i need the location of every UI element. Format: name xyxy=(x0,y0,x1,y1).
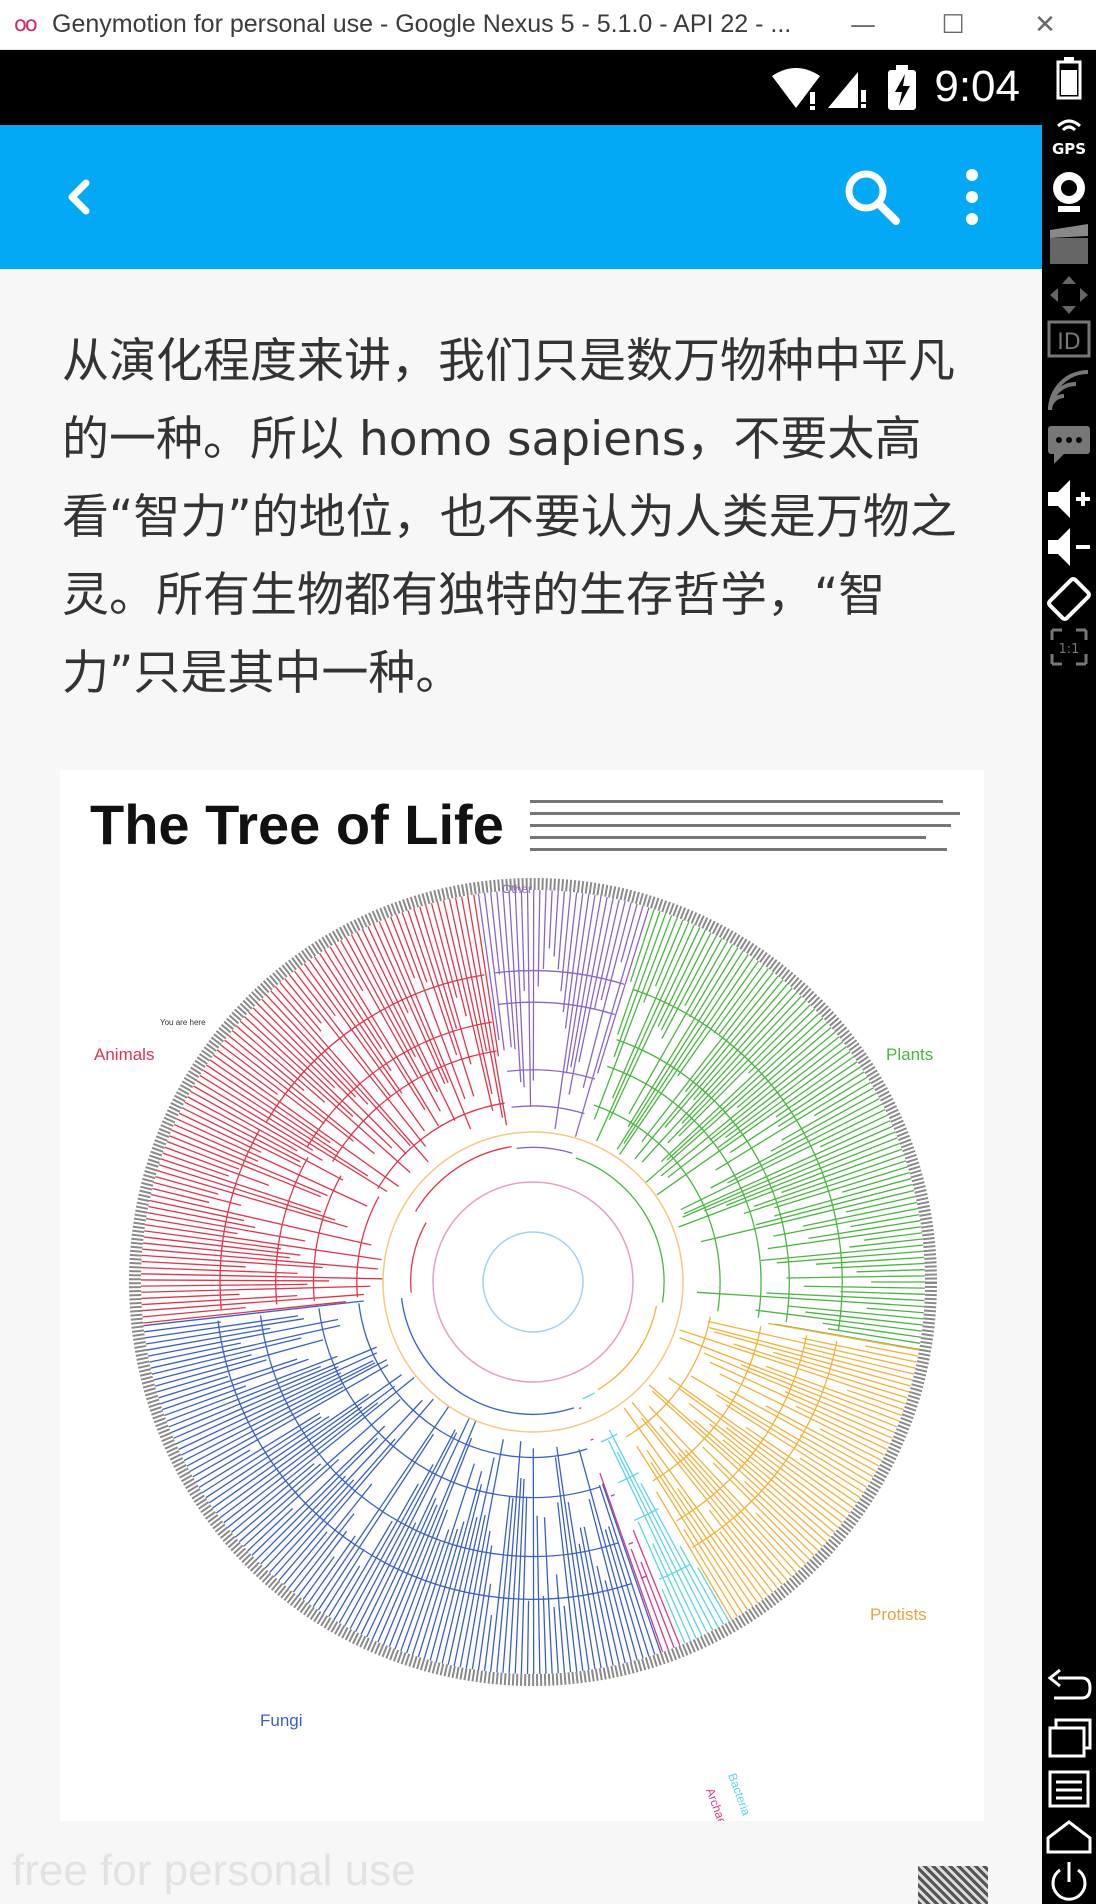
status-clock: 9:04 xyxy=(934,62,1020,111)
camera-widget-icon[interactable] xyxy=(1046,168,1092,214)
menu-icon[interactable] xyxy=(1046,1766,1092,1812)
gps-widget-icon[interactable]: GPS xyxy=(1046,112,1092,158)
app-toolbar xyxy=(0,125,1042,269)
emulator-sidebar: GPS ID 1:1 xyxy=(1042,50,1096,1904)
android-screen: 9:04 从演化程度来讲，我们只是数万物种中平凡的一种。所以 homo sapi… xyxy=(0,50,1042,1904)
dpad-widget-icon[interactable] xyxy=(1046,272,1092,318)
watermark-text: free for personal use xyxy=(12,1846,416,1895)
sms-widget-icon[interactable] xyxy=(1046,420,1092,466)
back-button[interactable] xyxy=(48,161,108,233)
tree-label-animals: Animals xyxy=(94,1045,154,1064)
home-icon[interactable] xyxy=(1046,1814,1092,1860)
search-icon[interactable] xyxy=(836,161,906,233)
charging-battery-icon xyxy=(888,65,916,110)
tree-label-you-are-here: You are here xyxy=(160,1018,206,1027)
tree-label-other: Other xyxy=(502,882,532,896)
gps-label: GPS xyxy=(1052,140,1086,158)
volume-down-icon[interactable] xyxy=(1046,524,1092,570)
recent-apps-icon[interactable] xyxy=(1046,1714,1092,1760)
volume-up-icon[interactable] xyxy=(1046,476,1092,522)
tree-label-plants: Plants xyxy=(886,1045,933,1064)
tree-label-archaea: Archaea xyxy=(703,1786,732,1821)
window-title: Genymotion for personal use - Google Nex… xyxy=(52,10,792,38)
window-titlebar: oo Genymotion for personal use - Google … xyxy=(0,0,1096,50)
back-nav-icon[interactable] xyxy=(1046,1664,1092,1710)
status-bar: 9:04 xyxy=(0,50,1042,125)
power-icon[interactable] xyxy=(1046,1858,1092,1904)
device-id-widget-icon[interactable]: ID xyxy=(1046,316,1092,362)
pixel-perfect-icon[interactable]: 1:1 xyxy=(1046,624,1092,670)
phylogenetic-tree-graphic: Other You are here Animals Plants Fungi Proti… xyxy=(94,878,937,1821)
tree-of-life-image: The Tree of Life Other You are here Animal… xyxy=(60,770,984,1821)
tree-label-bacteria: Bacteria xyxy=(725,1771,753,1817)
tree-label-protists: Protists xyxy=(870,1605,927,1624)
tree-label-fungi: Fungi xyxy=(260,1711,303,1730)
next-image-peek xyxy=(918,1866,988,1904)
maximize-button[interactable]: ☐ xyxy=(908,0,998,50)
pixel-ratio-label: 1:1 xyxy=(1059,642,1080,657)
genymotion-logo: oo xyxy=(14,12,38,36)
rotate-screen-icon[interactable] xyxy=(1046,576,1092,622)
signal-icon xyxy=(828,72,866,108)
article-paragraph: 从演化程度来讲，我们只是数万物种中平凡的一种。所以 homo sapiens，不… xyxy=(62,334,957,701)
device-id-label: ID xyxy=(1057,330,1080,355)
wifi-icon xyxy=(772,68,820,110)
close-button[interactable]: ✕ xyxy=(1000,0,1090,50)
more-options-icon[interactable] xyxy=(942,161,1002,233)
remote-control-widget-icon[interactable] xyxy=(1046,368,1092,414)
minimize-button[interactable]: — xyxy=(818,0,908,50)
battery-widget-icon[interactable] xyxy=(1046,56,1092,102)
capture-widget-icon[interactable] xyxy=(1046,222,1092,268)
